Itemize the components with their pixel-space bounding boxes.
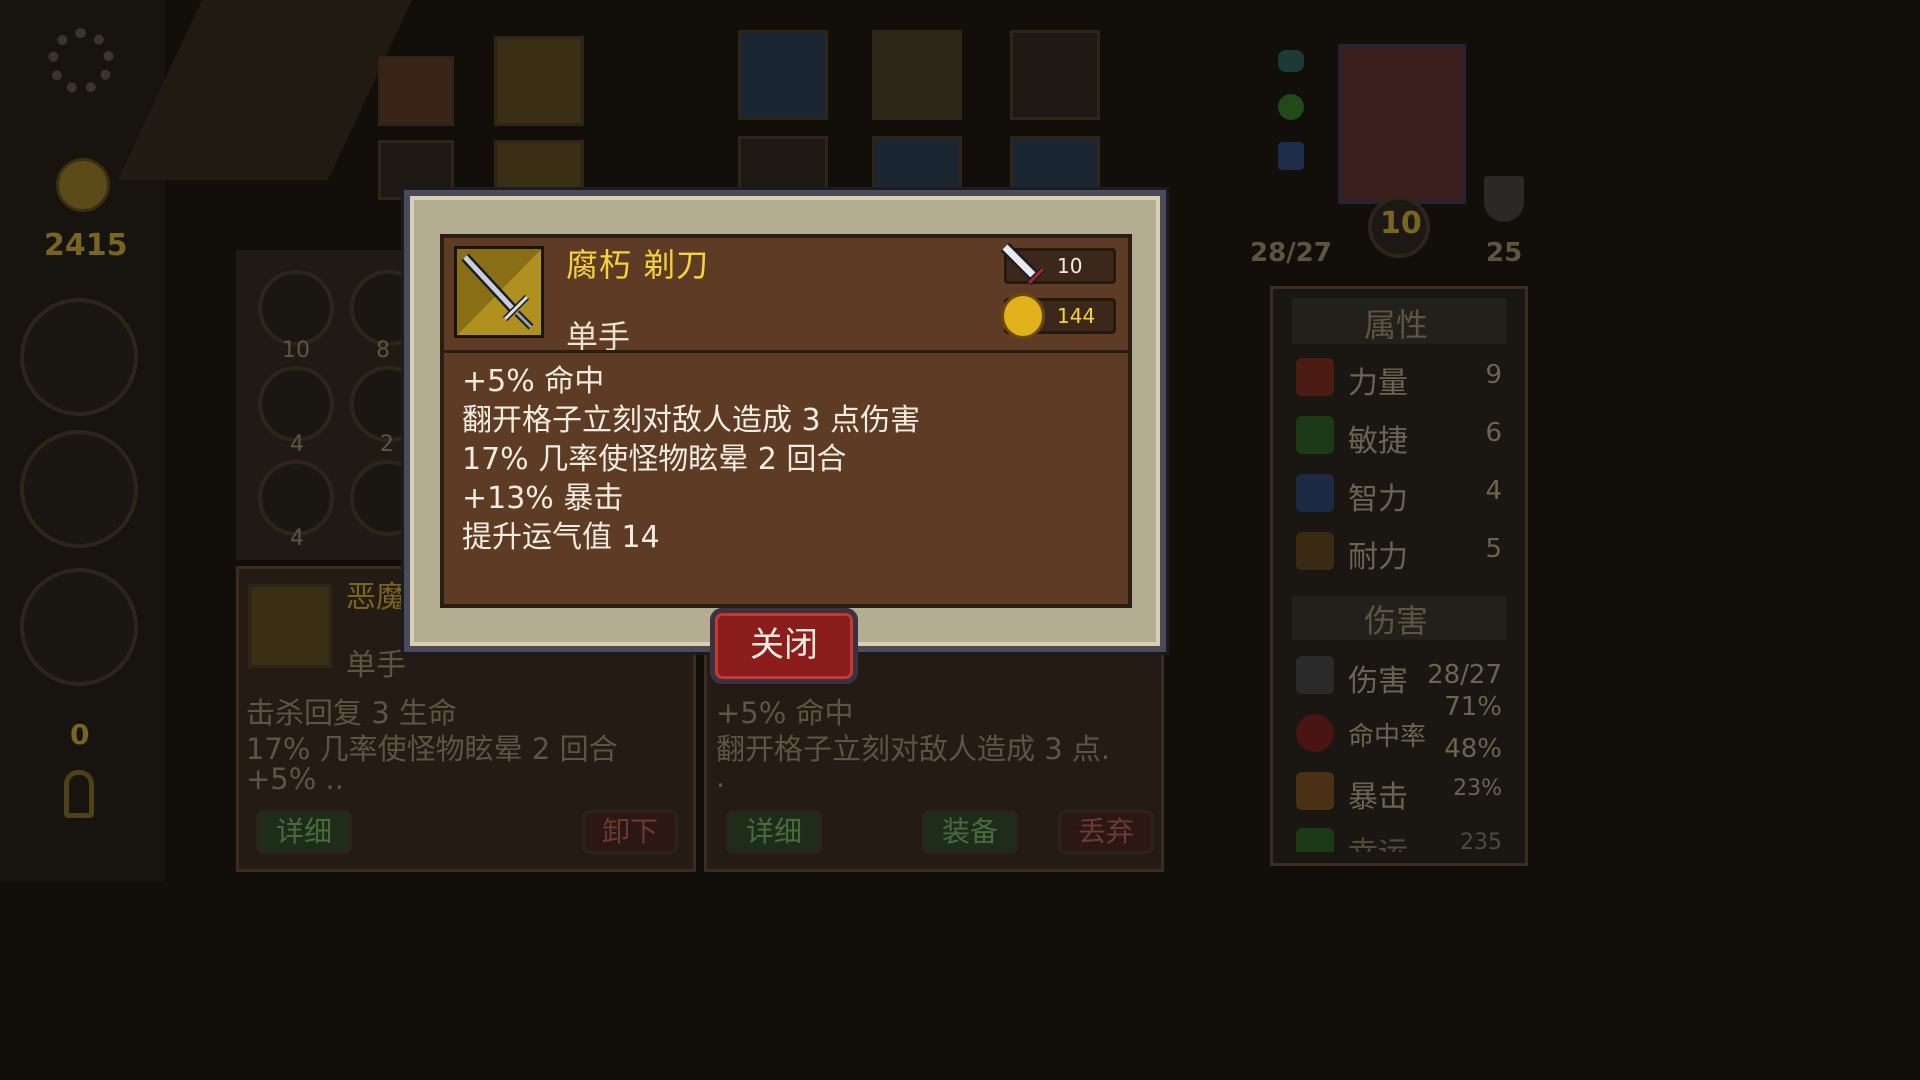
equip-slot-armor[interactable]: [872, 30, 962, 120]
burst-icon: [1296, 772, 1334, 810]
stat-value-secondary: 48%: [1444, 734, 1502, 764]
equip-slot-helmet[interactable]: [738, 30, 828, 120]
target-icon: [1296, 714, 1334, 752]
weapon-bag-button[interactable]: [20, 568, 138, 686]
right-card-line: 翻开格子立刻对敌人造成 3 点.: [716, 732, 1111, 766]
stat-value: 28/27: [1427, 660, 1502, 690]
rune-slot[interactable]: [258, 460, 334, 536]
left-card-item-icon: [248, 584, 332, 668]
effect-line: +5% 命中: [462, 364, 605, 399]
rune-count: 2: [380, 432, 394, 457]
gold-amount: 2415: [44, 228, 128, 263]
attack-badge: 10: [1000, 242, 1116, 286]
stat-luck: 幸运 235: [1290, 822, 1510, 852]
stat-agility: 敏捷 6: [1290, 410, 1510, 460]
stat-value: 235: [1460, 830, 1502, 852]
left-card-item-name: 恶魔: [346, 580, 406, 615]
item-name: 腐朽 剃刀: [566, 246, 710, 284]
damage-title: 伤害: [1364, 602, 1429, 640]
item-icon-frame: [454, 246, 544, 338]
sword-icon: [1296, 656, 1334, 694]
close-button[interactable]: 关闭: [710, 608, 858, 684]
stat-value: 71%: [1444, 692, 1502, 722]
stat-value: 5: [1485, 534, 1502, 564]
rune-count: 4: [290, 432, 304, 457]
gold-coin-icon: [1001, 293, 1045, 339]
stat-label: 智力: [1348, 482, 1408, 517]
item-effects: +5% 命中 翻开格子立刻对敌人造成 3 点伤害 17% 几率使怪物眩晕 2 回…: [462, 362, 920, 557]
hero-armor: 25: [1486, 238, 1523, 268]
stat-label: 伤害: [1348, 664, 1408, 699]
poison-status-icon: [1278, 94, 1304, 120]
arm-icon: [1296, 532, 1334, 570]
stat-label: 敏捷: [1348, 424, 1408, 459]
razor-sword-icon: [457, 249, 541, 335]
price-value: 144: [1057, 304, 1096, 328]
equip-button[interactable]: 装备: [922, 810, 1018, 854]
dialog-content: 腐朽 剃刀 单手 10 144 +5% 命中 翻开格子立刻对敌人造成 3 点伤害…: [440, 234, 1132, 608]
hero-level: 10: [1380, 206, 1422, 241]
right-card-detail-button[interactable]: 详细: [726, 810, 822, 854]
left-card-detail-button[interactable]: 详细: [256, 810, 352, 854]
stat-strength: 力量 9: [1290, 352, 1510, 402]
effect-line: 翻开格子立刻对敌人造成 3 点伤害: [462, 403, 921, 438]
effect-line: 17% 几率使怪物眩晕 2 回合: [462, 442, 847, 477]
dialog-divider: [444, 350, 1128, 353]
price-badge: 144: [1001, 293, 1116, 339]
agility-icon: [1296, 416, 1334, 454]
left-card-item-type: 单手: [346, 648, 406, 683]
stat-crit: 暴击 23%: [1290, 766, 1510, 816]
sword-icon: [1000, 242, 1046, 286]
equip-slot[interactable]: [872, 136, 962, 196]
rune-slot[interactable]: [258, 270, 334, 346]
stat-intelligence: 智力 4: [1290, 468, 1510, 518]
stat-value: 6: [1485, 418, 1502, 448]
stat-value: 23%: [1453, 776, 1502, 801]
attack-value: 10: [1057, 254, 1083, 278]
right-card-line: .: [716, 760, 726, 794]
attributes-title: 属性: [1364, 306, 1429, 344]
key-count: 0: [70, 718, 90, 751]
eye-icon: [1296, 474, 1334, 512]
stat-label: 幸运: [1348, 828, 1408, 852]
equip-slot-tag[interactable]: [378, 56, 454, 126]
stat-label: 力量: [1348, 366, 1408, 401]
equip-slot-weapon[interactable]: [494, 36, 584, 126]
fist-icon: [1296, 358, 1334, 396]
rune-count: 4: [290, 526, 304, 551]
settings-gear-icon[interactable]: [48, 28, 114, 94]
item-detail-dialog: 腐朽 剃刀 单手 10 144 +5% 命中 翻开格子立刻对敌人造成 3 点伤害…: [404, 190, 1166, 652]
effect-line: 提升运气值 14: [462, 520, 660, 555]
effect-line: +13% 暴击: [462, 481, 624, 516]
left-card-line: +5% ..: [246, 762, 344, 796]
equip-slot-ring[interactable]: [1010, 30, 1100, 120]
stat-value: 4: [1485, 476, 1502, 506]
hero-hp: 28/27: [1250, 238, 1332, 268]
equip-slot[interactable]: [1010, 136, 1100, 196]
stone-item-button[interactable]: [20, 430, 138, 548]
stat-label: 命中率: [1348, 722, 1427, 752]
stat-stamina: 耐力 5: [1290, 526, 1510, 576]
stat-hit-rate: 命中率 71% 48%: [1290, 692, 1510, 764]
hero-portrait[interactable]: [1338, 44, 1466, 204]
stat-label: 暴击: [1348, 780, 1408, 815]
potion-status-icon: [1278, 50, 1304, 72]
rune-count: 10: [282, 338, 310, 363]
shield-status-icon: [1278, 142, 1304, 170]
gold-coin-icon: [56, 158, 110, 212]
potion-bag-button[interactable]: [20, 298, 138, 416]
armor-shield-icon: [1484, 176, 1524, 222]
key-icon: [64, 770, 94, 818]
stat-value: 9: [1485, 360, 1502, 390]
clover-icon: [1296, 828, 1334, 852]
rune-count: 8: [376, 338, 390, 363]
stat-label: 耐力: [1348, 540, 1408, 575]
discard-button[interactable]: 丢弃: [1058, 810, 1154, 854]
rune-slot[interactable]: [258, 366, 334, 442]
unequip-button[interactable]: 卸下: [582, 810, 678, 854]
equip-slot[interactable]: [738, 136, 828, 196]
